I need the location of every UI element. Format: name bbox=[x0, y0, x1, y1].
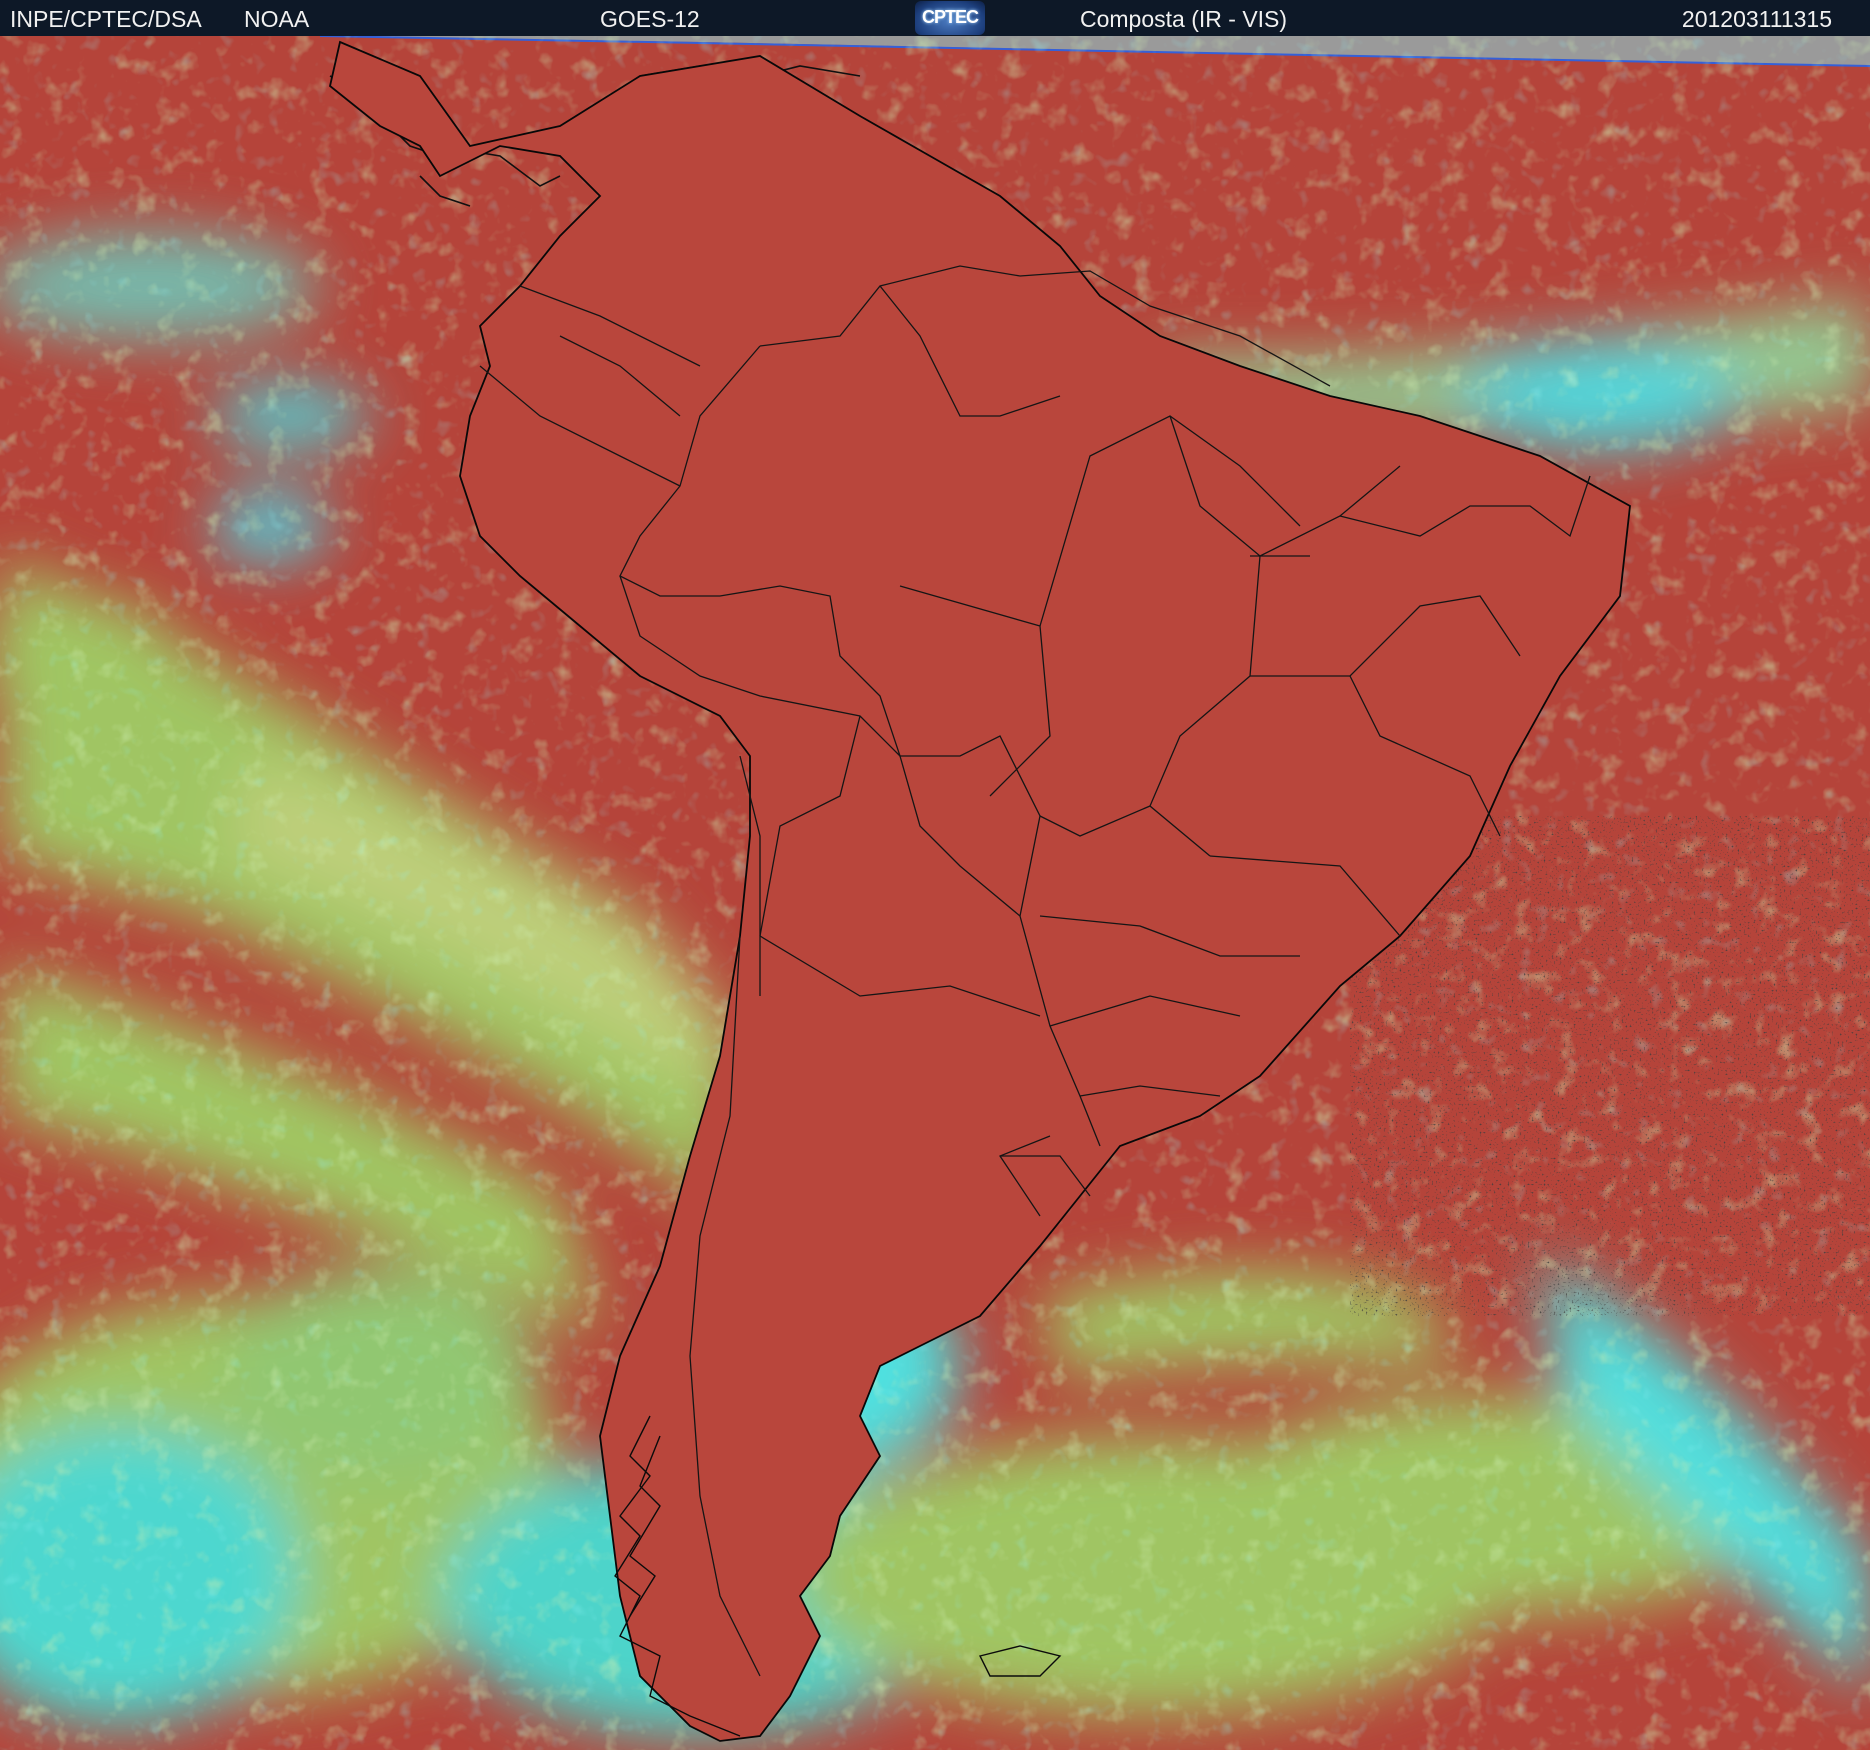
cptec-logo: CPTEC bbox=[915, 1, 985, 35]
timestamp-label: 201203111315 bbox=[1681, 6, 1832, 32]
image-header: INPE/CPTEC/DSA NOAA GOES-12 CPTEC Compos… bbox=[0, 0, 1870, 36]
satellite-label: GOES-12 bbox=[600, 6, 700, 32]
source-label: NOAA bbox=[244, 6, 310, 32]
agency-label: INPE/CPTEC/DSA bbox=[10, 6, 202, 32]
product-label: Composta (IR - VIS) bbox=[1080, 6, 1288, 32]
satellite-map bbox=[0, 36, 1870, 1750]
